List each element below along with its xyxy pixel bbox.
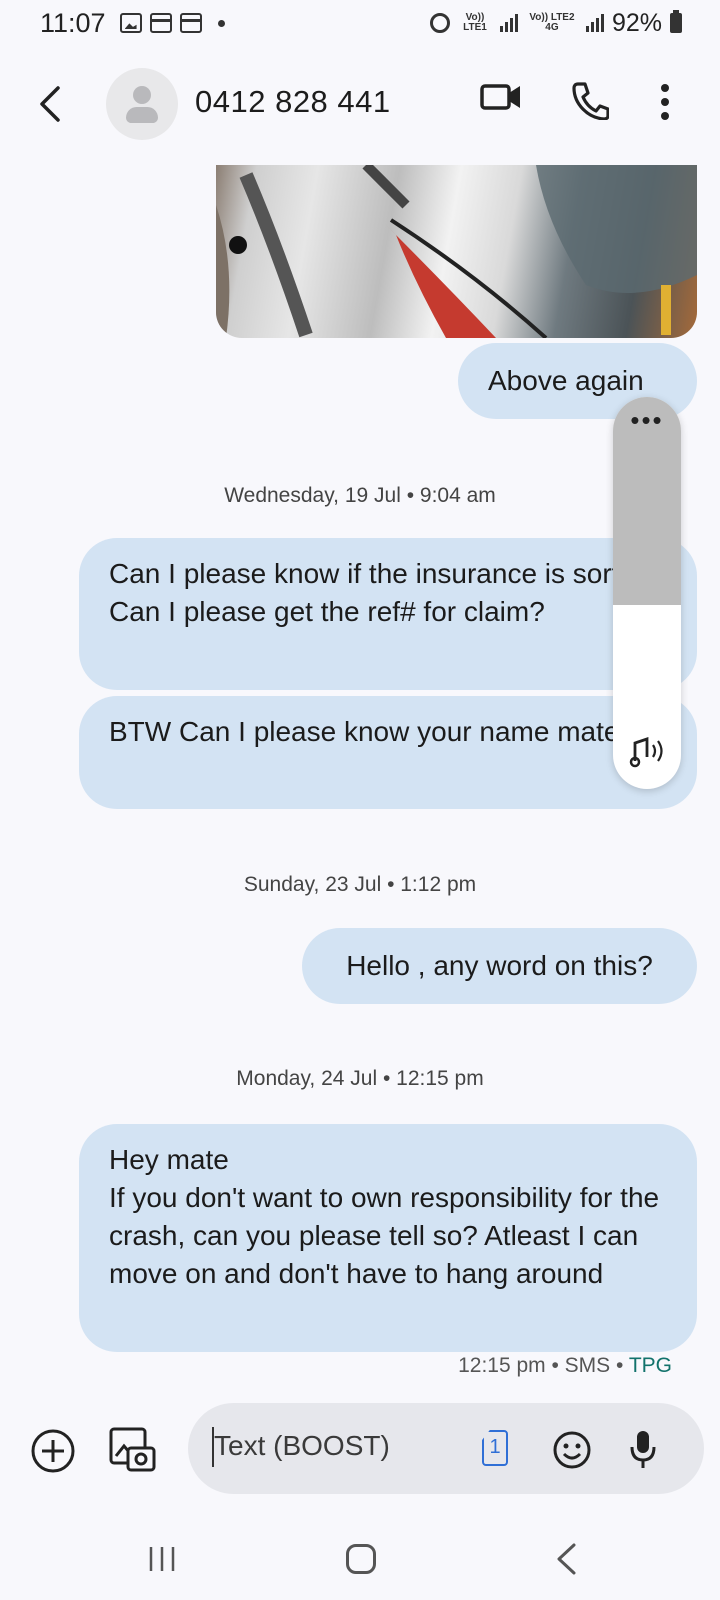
message-input[interactable]: Text (BOOST) 1	[188, 1403, 704, 1494]
message-meta: 12:15 pm • SMS • TPG	[458, 1354, 672, 1378]
date-separator: Monday, 24 Jul • 12:15 pm	[236, 1067, 484, 1090]
status-bar: 11:07 Vo)) LTE1 Vo)) LTE2 4G 92%	[0, 0, 720, 46]
sound-icon[interactable]	[629, 735, 667, 774]
message-input-placeholder[interactable]: Text (BOOST)	[214, 1430, 390, 1462]
message-bubble-sent[interactable]: Hey mate If you don't want to own respon…	[79, 1124, 697, 1352]
status-time: 11:07	[40, 7, 106, 38]
conversation-header: 0412 828 441	[0, 58, 720, 148]
recent-apps-icon[interactable]	[147, 1544, 177, 1579]
volume-options-icon[interactable]: •••	[613, 405, 681, 436]
sim1-signal-icon	[499, 14, 518, 32]
contact-name[interactable]: 0412 828 441	[195, 84, 391, 120]
nav-back-icon[interactable]	[554, 1542, 578, 1581]
message-bubble-sent[interactable]: Can I please know if the insurance is so…	[79, 538, 697, 690]
gallery-notification-icon	[119, 13, 142, 33]
battery-percent: 92%	[611, 8, 662, 37]
avatar[interactable]	[106, 68, 178, 140]
emoji-icon[interactable]	[552, 1430, 592, 1475]
calendar-notification-icon-2	[179, 13, 202, 33]
system-nav-bar	[0, 1520, 720, 1600]
mic-icon[interactable]	[628, 1428, 658, 1475]
image-attachment[interactable]	[216, 165, 697, 338]
sim2-network-label: Vo)) LTE2 4G	[529, 12, 575, 33]
message-meta-time: 12:15 pm • SMS •	[458, 1354, 629, 1377]
date-separator: Sunday, 23 Jul • 1:12 pm	[243, 873, 477, 896]
add-circle-icon[interactable]	[30, 1428, 76, 1479]
message-meta-carrier: TPG	[628, 1354, 672, 1377]
video-call-icon[interactable]	[480, 80, 522, 119]
volume-panel[interactable]: •••	[613, 397, 681, 789]
message-bubble-sent[interactable]: BTW Can I please know your name mate?	[79, 696, 697, 809]
alarm-icon	[429, 13, 450, 33]
more-vert-icon[interactable]	[659, 82, 671, 127]
calendar-notification-icon	[149, 13, 172, 33]
more-notifications-icon	[217, 19, 225, 27]
sim2-signal-icon	[585, 14, 604, 32]
chevron-left-icon[interactable]	[34, 84, 64, 124]
sim-select-icon[interactable]: 1	[482, 1430, 508, 1466]
home-icon[interactable]	[346, 1544, 376, 1574]
sim1-network-label: Vo)) LTE1	[463, 12, 487, 33]
battery-icon	[670, 10, 682, 33]
gallery-camera-icon[interactable]	[108, 1426, 156, 1479]
phone-icon[interactable]	[571, 80, 610, 125]
date-separator: Wednesday, 19 Jul • 9:04 am	[224, 484, 496, 507]
message-bubble-sent[interactable]: Hello , any word on this?	[302, 928, 697, 1004]
